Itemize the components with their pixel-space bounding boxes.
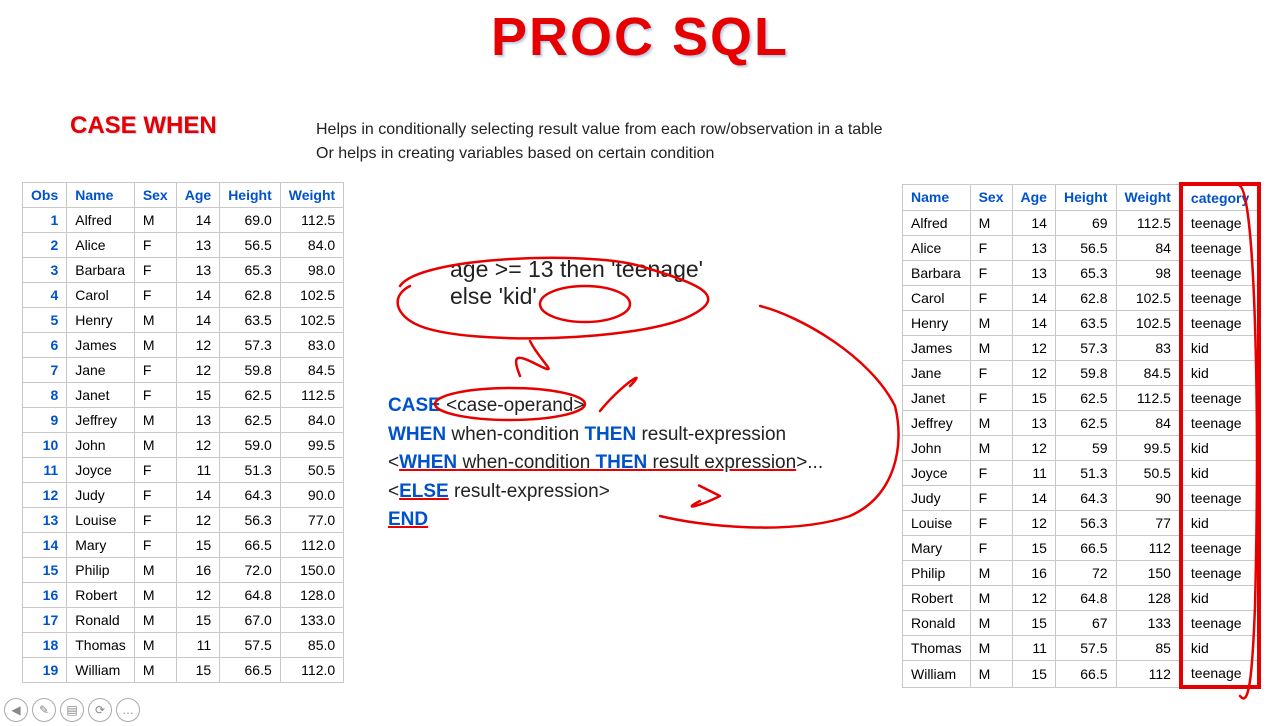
logic-text: age >= 13 then 'teenage' else 'kid' xyxy=(450,256,703,310)
col-header: Sex xyxy=(134,183,176,208)
dots: >... xyxy=(796,452,823,473)
table-row: 16RobertM1264.8128.0 xyxy=(23,583,344,608)
section-subtitle: CASE WHEN xyxy=(70,112,217,140)
table-row: 19WilliamM1566.5112.0 xyxy=(23,658,344,683)
table-row: 2AliceF1356.584.0 xyxy=(23,233,344,258)
pen-icon[interactable]: ✎ xyxy=(32,698,56,722)
table-header-row: NameSexAgeHeightWeightcategory xyxy=(903,184,1260,211)
col-header: Sex xyxy=(970,184,1012,211)
table-row: CarolF1462.8102.5teenage xyxy=(903,286,1260,311)
table-row: JohnM125999.5kid xyxy=(903,436,1260,461)
kw-then-opt: THEN xyxy=(596,452,648,473)
loop-icon[interactable]: ⟳ xyxy=(88,698,112,722)
desc-line-1: Helps in conditionally selecting result … xyxy=(316,118,883,142)
table-row: LouiseF1256.377kid xyxy=(903,511,1260,536)
logic-line-1: age >= 13 then 'teenage' xyxy=(450,256,703,283)
table-row: 4CarolF1462.8102.5 xyxy=(23,283,344,308)
table-row: HenryM1463.5102.5teenage xyxy=(903,311,1260,336)
table-row: 17RonaldM1567.0133.0 xyxy=(23,608,344,633)
col-header: Age xyxy=(176,183,219,208)
table-row: 9JeffreyM1362.584.0 xyxy=(23,408,344,433)
table-row: MaryF1566.5112teenage xyxy=(903,536,1260,561)
col-header: Weight xyxy=(280,183,343,208)
col-header: Name xyxy=(67,183,135,208)
lt2: < xyxy=(388,481,399,502)
lt: < xyxy=(388,452,399,473)
table-header-row: ObsNameSexAgeHeightWeight xyxy=(23,183,344,208)
when-cond-opt: when-condition xyxy=(457,452,595,473)
result-exp-opt: result expression xyxy=(647,452,796,473)
col-header: Age xyxy=(1012,184,1055,211)
kw-end: END xyxy=(388,509,428,530)
table-row: RobertM1264.8128kid xyxy=(903,586,1260,611)
table-row: 10JohnM1259.099.5 xyxy=(23,433,344,458)
table-row: AlfredM1469112.5teenage xyxy=(903,211,1260,236)
table-row: 8JanetF1562.5112.5 xyxy=(23,383,344,408)
more-icon[interactable]: … xyxy=(116,698,140,722)
table-row: BarbaraF1365.398teenage xyxy=(903,261,1260,286)
table-row: 13LouiseF1256.377.0 xyxy=(23,508,344,533)
table-row: 7JaneF1259.884.5 xyxy=(23,358,344,383)
table-row: RonaldM1567133teenage xyxy=(903,611,1260,636)
table-row: JaneF1259.884.5kid xyxy=(903,361,1260,386)
prev-icon[interactable]: ◀ xyxy=(4,698,28,722)
table-row: 18ThomasM1157.585.0 xyxy=(23,633,344,658)
kw-else: ELSE xyxy=(399,481,449,502)
table-row: JoyceF1151.350.5kid xyxy=(903,461,1260,486)
kw-when: WHEN xyxy=(388,424,446,445)
case-operand: <case-operand> xyxy=(441,395,585,416)
table-row: 12JudyF1464.390.0 xyxy=(23,483,344,508)
kw-when-opt: WHEN xyxy=(399,452,457,473)
table-row: PhilipM1672150teenage xyxy=(903,561,1260,586)
player-controls: ◀ ✎ ▤ ⟳ … xyxy=(4,698,140,722)
desc-line-2: Or helps in creating variables based on … xyxy=(316,142,883,166)
case-syntax: CASE <case-operand> WHEN when-condition … xyxy=(388,392,823,535)
table-row: WilliamM1566.5112teenage xyxy=(903,661,1260,688)
col-header: category xyxy=(1181,184,1259,211)
main-title: PROC SQL xyxy=(0,6,1280,68)
table-row: ThomasM1157.585kid xyxy=(903,636,1260,661)
slides-icon[interactable]: ▤ xyxy=(60,698,84,722)
table-row: 11JoyceF1151.350.5 xyxy=(23,458,344,483)
table-row: JamesM1257.383kid xyxy=(903,336,1260,361)
gt: > xyxy=(599,481,610,502)
table-row: 5HenryM1463.5102.5 xyxy=(23,308,344,333)
when-cond: when-condition xyxy=(446,424,584,445)
col-header: Height xyxy=(220,183,281,208)
table-row: 15PhilipM1672.0150.0 xyxy=(23,558,344,583)
table-row: JanetF1562.5112.5teenage xyxy=(903,386,1260,411)
table-row: 3BarbaraF1365.398.0 xyxy=(23,258,344,283)
result-exp: result-expression xyxy=(636,424,786,445)
col-header: Obs xyxy=(23,183,67,208)
col-header: Name xyxy=(903,184,971,211)
output-table: NameSexAgeHeightWeightcategory AlfredM14… xyxy=(902,182,1261,689)
input-table: ObsNameSexAgeHeightWeight 1AlfredM1469.0… xyxy=(22,182,344,683)
table-row: 14MaryF1566.5112.0 xyxy=(23,533,344,558)
table-row: JudyF1464.390teenage xyxy=(903,486,1260,511)
logic-line-2: else 'kid' xyxy=(450,283,703,310)
table-row: 6JamesM1257.383.0 xyxy=(23,333,344,358)
table-row: AliceF1356.584teenage xyxy=(903,236,1260,261)
table-row: JeffreyM1362.584teenage xyxy=(903,411,1260,436)
col-header: Height xyxy=(1055,184,1116,211)
col-header: Weight xyxy=(1116,184,1181,211)
kw-case: CASE xyxy=(388,395,441,416)
table-row: 1AlfredM1469.0112.5 xyxy=(23,208,344,233)
description: Helps in conditionally selecting result … xyxy=(316,118,883,166)
else-exp: result-expression xyxy=(449,481,599,502)
kw-then: THEN xyxy=(584,424,636,445)
